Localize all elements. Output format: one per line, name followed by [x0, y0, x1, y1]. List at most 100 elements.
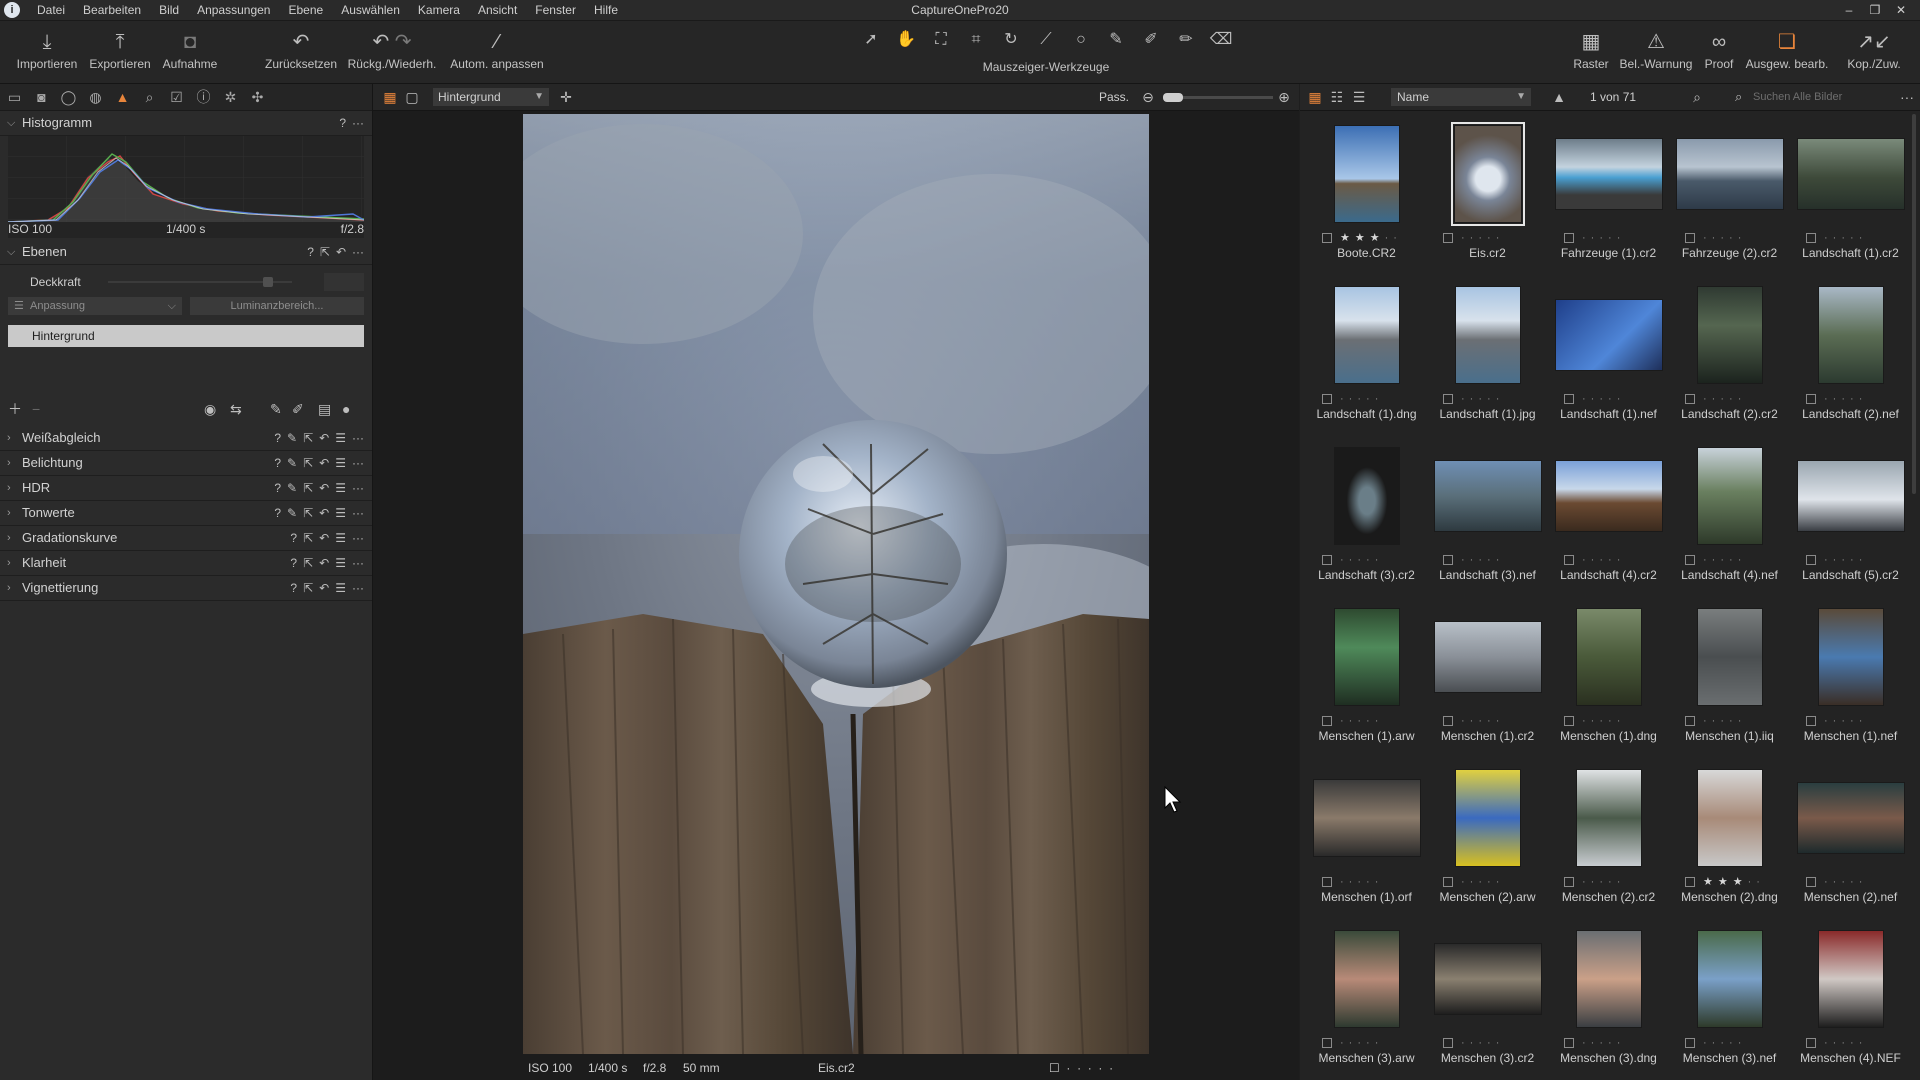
dot-icon[interactable]: · — [1461, 554, 1470, 566]
thumbnail-image[interactable] — [1554, 460, 1663, 532]
rating-row[interactable]: ····· — [1806, 232, 1901, 244]
copy-apply-button[interactable]: ↗↙ Kop./Zuw. — [1834, 29, 1914, 71]
thumbnail-item[interactable]: ····· Landschaft (4).cr2 — [1548, 440, 1669, 600]
import-button[interactable]: ⤓ Importieren — [12, 29, 82, 71]
thumbnail-image[interactable] — [1575, 608, 1642, 706]
zoom-slider[interactable] — [1163, 93, 1273, 102]
star-rating[interactable]: ····· — [1582, 876, 1625, 888]
select-checkbox[interactable] — [1322, 555, 1332, 565]
star-rating[interactable]: ····· — [1582, 393, 1625, 405]
help-icon[interactable]: ? — [274, 501, 281, 525]
star-rating[interactable]: ····· — [1582, 1037, 1625, 1049]
menu-fenster[interactable]: Fenster — [526, 0, 585, 20]
details-tab-icon[interactable]: ⌕ — [141, 89, 158, 106]
zoom-fit-label[interactable]: Pass. — [1099, 88, 1129, 106]
dot-icon[interactable]: · — [1703, 1037, 1712, 1049]
output-tab-icon[interactable]: ✲ — [222, 89, 239, 106]
thumbnail-item[interactable]: ····· Menschen (1).dng — [1548, 601, 1669, 761]
picker-icon[interactable]: ✎ — [287, 426, 297, 450]
dot-icon[interactable]: · — [1841, 715, 1850, 727]
thumbnail-image[interactable] — [1312, 779, 1421, 857]
opacity-slider-knob[interactable] — [263, 277, 273, 287]
more-icon[interactable]: ··· — [352, 576, 364, 600]
dot-icon[interactable]: · — [1729, 393, 1738, 405]
dot-icon[interactable]: · — [1850, 232, 1859, 244]
select-checkbox[interactable] — [1322, 877, 1332, 887]
dot-icon[interactable]: · — [1478, 715, 1487, 727]
rating-row[interactable]: ····· — [1685, 715, 1780, 727]
menu-kamera[interactable]: Kamera — [409, 0, 469, 20]
dot-icon[interactable]: · — [1703, 554, 1712, 566]
dot-icon[interactable]: · — [1608, 876, 1617, 888]
more-icon[interactable]: ··· — [352, 501, 364, 525]
dot-icon[interactable]: · — [1375, 393, 1384, 405]
capture-button[interactable]: ◘ Aufnahme — [157, 29, 223, 71]
reset-tool-icon[interactable]: ↶ — [319, 576, 329, 600]
copy-adjust-icon[interactable]: ⇱ — [303, 451, 313, 475]
dot-icon[interactable]: · — [1608, 1037, 1617, 1049]
star-icon[interactable]: ★ — [1370, 232, 1385, 244]
star-rating[interactable]: ····· — [1340, 393, 1383, 405]
star-rating[interactable]: ····· — [1824, 715, 1867, 727]
dot-icon[interactable]: · — [1599, 554, 1608, 566]
gradient-icon[interactable]: ✏ — [1173, 29, 1200, 51]
filter-icon[interactable]: ⌕ — [1688, 88, 1706, 106]
dot-icon[interactable]: · — [1859, 393, 1868, 405]
dot-icon[interactable]: · — [1617, 393, 1626, 405]
dot-icon[interactable]: · — [1461, 715, 1470, 727]
rating-row[interactable]: ····· — [1685, 1037, 1780, 1049]
dot-icon[interactable]: · — [1487, 876, 1496, 888]
adjustments-tab-icon[interactable]: ☑ — [168, 89, 185, 106]
more-icon[interactable]: ··· — [352, 111, 364, 135]
dot-icon[interactable]: · — [1729, 1037, 1738, 1049]
dot-icon[interactable]: · — [1496, 393, 1505, 405]
thumbnail-item[interactable]: ····· Landschaft (1).nef — [1548, 279, 1669, 439]
more-icon[interactable]: ··· — [1898, 88, 1916, 106]
dot-icon[interactable]: · — [1617, 232, 1626, 244]
presets-icon[interactable]: ☰ — [335, 501, 346, 525]
dot-icon[interactable]: · — [1496, 876, 1505, 888]
dot-icon[interactable]: · — [1375, 554, 1384, 566]
tool-white-balance[interactable]: › Weißabgleich ? ✎ ⇱ ↶ ☰ ··· — [0, 426, 372, 451]
thumbnail-item[interactable]: ····· Landschaft (4).nef — [1669, 440, 1790, 600]
sort-direction-icon[interactable]: ▲ — [1550, 88, 1568, 106]
dot-icon[interactable]: · — [1738, 715, 1747, 727]
dot-icon[interactable]: · — [1850, 1037, 1859, 1049]
star-rating[interactable]: ★★★·· — [1340, 232, 1402, 244]
rating-row[interactable]: ····· — [1443, 876, 1538, 888]
star-rating[interactable]: ····· — [1582, 232, 1625, 244]
crop-icon[interactable]: ⌗ — [963, 29, 990, 51]
dot-icon[interactable]: · — [1582, 1037, 1591, 1049]
dot-icon[interactable]: · — [1729, 554, 1738, 566]
select-checkbox[interactable] — [1685, 233, 1695, 243]
add-layer-icon[interactable]: ✛ — [557, 88, 575, 106]
select-checkbox[interactable] — [1806, 716, 1816, 726]
thumbnail-item[interactable]: ····· Menschen (3).nef — [1669, 923, 1790, 1080]
thumbnail-item[interactable]: ····· Menschen (3).cr2 — [1427, 923, 1548, 1080]
thumbnail-item[interactable]: ★★★·· Menschen (2).dng — [1669, 762, 1790, 922]
help-icon[interactable]: ? — [307, 240, 314, 264]
star-rating[interactable]: ····· — [1703, 554, 1746, 566]
more-icon[interactable]: ··· — [352, 526, 364, 550]
viewer-rating[interactable]: ☐ · · · · · — [1049, 1056, 1113, 1080]
dot-icon[interactable]: · — [1824, 232, 1833, 244]
dot-icon[interactable]: · — [1478, 232, 1487, 244]
help-icon[interactable]: ? — [339, 111, 346, 135]
main-photo[interactable] — [523, 114, 1149, 1054]
dot-icon[interactable]: · — [1859, 715, 1868, 727]
star-rating[interactable]: ★★★·· — [1703, 876, 1765, 888]
dot-icon[interactable]: · — [1487, 1037, 1496, 1049]
thumbnail-image[interactable] — [1554, 299, 1663, 371]
menu-datei[interactable]: Datei — [28, 0, 74, 20]
star-icon[interactable]: ★ — [1340, 232, 1355, 244]
rating-row[interactable]: ····· — [1322, 715, 1417, 727]
dot-icon[interactable]: · — [1720, 1037, 1729, 1049]
dot-icon[interactable]: · — [1608, 715, 1617, 727]
dot-icon[interactable]: · — [1720, 715, 1729, 727]
rotate-icon[interactable]: ↻ — [998, 29, 1025, 51]
copy-adjust-icon[interactable]: ⇱ — [303, 526, 313, 550]
dot-icon[interactable]: · — [1385, 232, 1394, 244]
thumbnail-item[interactable]: ····· Menschen (1).nef — [1790, 601, 1910, 761]
copy-adjust-icon[interactable]: ⇱ — [320, 240, 330, 264]
thumbnail-item[interactable]: ····· Landschaft (5).cr2 — [1790, 440, 1910, 600]
